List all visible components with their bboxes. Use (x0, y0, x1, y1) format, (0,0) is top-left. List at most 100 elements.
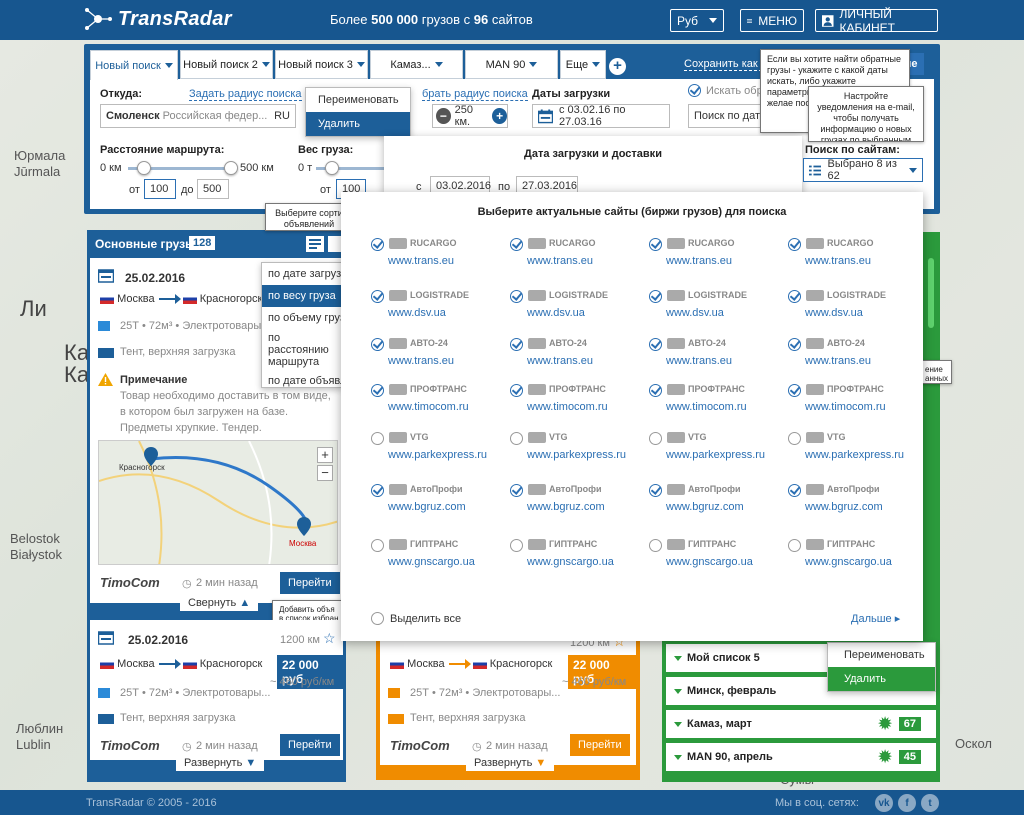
site-url[interactable]: www.timocom.ru (666, 401, 747, 413)
site-url[interactable]: www.parkexpress.ru (666, 449, 765, 461)
site-option[interactable]: RUCARGO www.trans.eu (510, 236, 640, 276)
site-url[interactable]: www.gnscargo.ua (666, 556, 753, 568)
sort-option[interactable]: по весу груза (262, 285, 341, 307)
site-url[interactable]: www.trans.eu (666, 255, 732, 267)
checkbox-icon[interactable] (510, 432, 523, 445)
checkbox-icon[interactable] (371, 432, 384, 445)
sort-option[interactable]: по объему груза (262, 307, 341, 329)
tab-more[interactable]: Еще (560, 50, 606, 79)
distance-slider-handle[interactable] (224, 161, 238, 175)
go-button[interactable]: Перейти (280, 734, 340, 756)
site-option[interactable]: ПРОФТРАНС www.timocom.ru (371, 382, 501, 422)
site-option[interactable]: LOGISTRADE www.dsv.ua (649, 288, 779, 328)
site-option[interactable]: ПРОФТРАНС www.timocom.ru (649, 382, 779, 422)
site-option[interactable]: АвтоПрофи www.bgruz.com (788, 482, 918, 522)
site-url[interactable]: www.parkexpress.ru (527, 449, 626, 461)
check-icon[interactable] (649, 384, 662, 397)
check-icon[interactable] (788, 338, 801, 351)
logo[interactable]: TransRadar (84, 6, 232, 32)
return-date-input[interactable]: Поиск по дате (688, 104, 770, 128)
check-icon[interactable] (371, 338, 384, 351)
site-option[interactable]: ГИПТРАНС www.gnscargo.ua (788, 537, 918, 577)
distance-slider-handle[interactable] (137, 161, 151, 175)
site-url[interactable]: www.bgruz.com (527, 501, 605, 513)
check-icon[interactable] (371, 238, 384, 251)
check-icon[interactable] (371, 384, 384, 397)
check-icon[interactable] (649, 290, 662, 303)
check-icon[interactable] (788, 484, 801, 497)
site-url[interactable]: www.dsv.ua (388, 307, 446, 319)
rename-list-item[interactable]: Переименовать (828, 643, 935, 667)
site-url[interactable]: www.dsv.ua (805, 307, 863, 319)
expand-button[interactable]: Развернуть ▼ (176, 756, 265, 771)
delete-list-item[interactable]: Удалить (828, 667, 935, 691)
site-url[interactable]: www.bgruz.com (805, 501, 883, 513)
zoom-out-icon[interactable]: − (317, 465, 333, 481)
site-url[interactable]: www.gnscargo.ua (388, 556, 475, 568)
to-radius-link[interactable]: брать радиус поиска (422, 88, 528, 101)
scrollbar[interactable] (928, 258, 934, 328)
site-url[interactable]: www.gnscargo.ua (527, 556, 614, 568)
tab-new-search[interactable]: Новый поиск (90, 50, 178, 80)
site-option[interactable]: АВТО-24 www.trans.eu (371, 336, 501, 376)
delete-tab-item[interactable]: Удалить (306, 112, 410, 136)
weight-slider-handle[interactable] (325, 161, 339, 175)
from-input[interactable]: Смоленск Российская федер... RU (100, 104, 296, 128)
tab-kamaz[interactable]: Камаз... (370, 50, 463, 79)
check-icon[interactable] (510, 338, 523, 351)
menu-button[interactable]: МЕНЮ (740, 9, 804, 32)
check-icon[interactable] (788, 290, 801, 303)
site-option[interactable]: АвтоПрофи www.bgruz.com (510, 482, 640, 522)
site-option[interactable]: АвтоПрофи www.bgruz.com (371, 482, 501, 522)
site-option[interactable]: LOGISTRADE www.dsv.ua (371, 288, 501, 328)
sort-icon[interactable] (306, 236, 324, 252)
site-url[interactable]: www.trans.eu (388, 355, 454, 367)
save-as-link[interactable]: Сохранить как и (684, 58, 767, 71)
select-all-checkbox[interactable]: Выделить все (371, 612, 461, 625)
site-option[interactable]: АвтоПрофи www.bgruz.com (649, 482, 779, 522)
site-option[interactable]: RUCARGO www.trans.eu (649, 236, 779, 276)
site-option[interactable]: ГИПТРАНС www.gnscargo.ua (649, 537, 779, 577)
check-icon[interactable] (510, 238, 523, 251)
site-url[interactable]: www.parkexpress.ru (805, 449, 904, 461)
vk-icon[interactable]: vk (875, 794, 893, 812)
plus-icon[interactable]: + (492, 108, 507, 124)
site-option[interactable]: АВТО-24 www.trans.eu (510, 336, 640, 376)
saved-list-item[interactable]: MAN 90, апрель ✹ 45 (666, 743, 936, 771)
gear-icon[interactable]: ✹ (878, 747, 891, 767)
tab-new-search-3[interactable]: Новый поиск 3 (275, 50, 368, 79)
rename-tab-item[interactable]: Переименовать (306, 88, 410, 112)
check-icon[interactable] (788, 238, 801, 251)
currency-select[interactable]: Руб (670, 9, 724, 32)
site-url[interactable]: www.trans.eu (388, 255, 454, 267)
favorite-star-icon[interactable]: ☆ (323, 630, 336, 647)
from-radius-link[interactable]: Задать радиус поиска (189, 88, 302, 101)
distance-from-input[interactable]: 100 (144, 179, 176, 199)
site-url[interactable]: www.dsv.ua (666, 307, 724, 319)
site-option[interactable]: VTG www.parkexpress.ru (649, 430, 779, 470)
sort-option[interactable]: по дате объявл (262, 371, 341, 387)
dates-input[interactable]: с 03.02.16 по 27.03.16 (532, 104, 670, 128)
go-button[interactable]: Перейти (570, 734, 630, 756)
site-url[interactable]: www.bgruz.com (388, 501, 466, 513)
site-url[interactable]: www.timocom.ru (388, 401, 469, 413)
tab-man90[interactable]: MAN 90 (465, 50, 558, 79)
distance-to-input[interactable]: 500 (197, 179, 229, 199)
site-option[interactable]: ПРОФТРАНС www.timocom.ru (788, 382, 918, 422)
twitter-icon[interactable]: t (921, 794, 939, 812)
checkbox-icon[interactable] (649, 539, 662, 552)
check-icon[interactable] (371, 484, 384, 497)
expand-button[interactable]: Развернуть ▼ (466, 756, 555, 771)
check-icon[interactable] (649, 484, 662, 497)
view-toggle-icon[interactable] (328, 236, 342, 252)
check-icon[interactable] (371, 290, 384, 303)
facebook-icon[interactable]: f (898, 794, 916, 812)
cargo-card[interactable]: 1200 км ☆ Москва Красногорск 22 000 руб … (380, 625, 636, 765)
gear-icon[interactable]: ✹ (878, 714, 891, 734)
site-option[interactable]: VTG www.parkexpress.ru (788, 430, 918, 470)
site-option[interactable]: ГИПТРАНС www.gnscargo.ua (371, 537, 501, 577)
site-url[interactable]: www.dsv.ua (527, 307, 585, 319)
site-url[interactable]: www.trans.eu (527, 255, 593, 267)
cabinet-button[interactable]: ЛИЧНЫЙ КАБИНЕТ (815, 7, 938, 35)
site-url[interactable]: www.timocom.ru (805, 401, 886, 413)
